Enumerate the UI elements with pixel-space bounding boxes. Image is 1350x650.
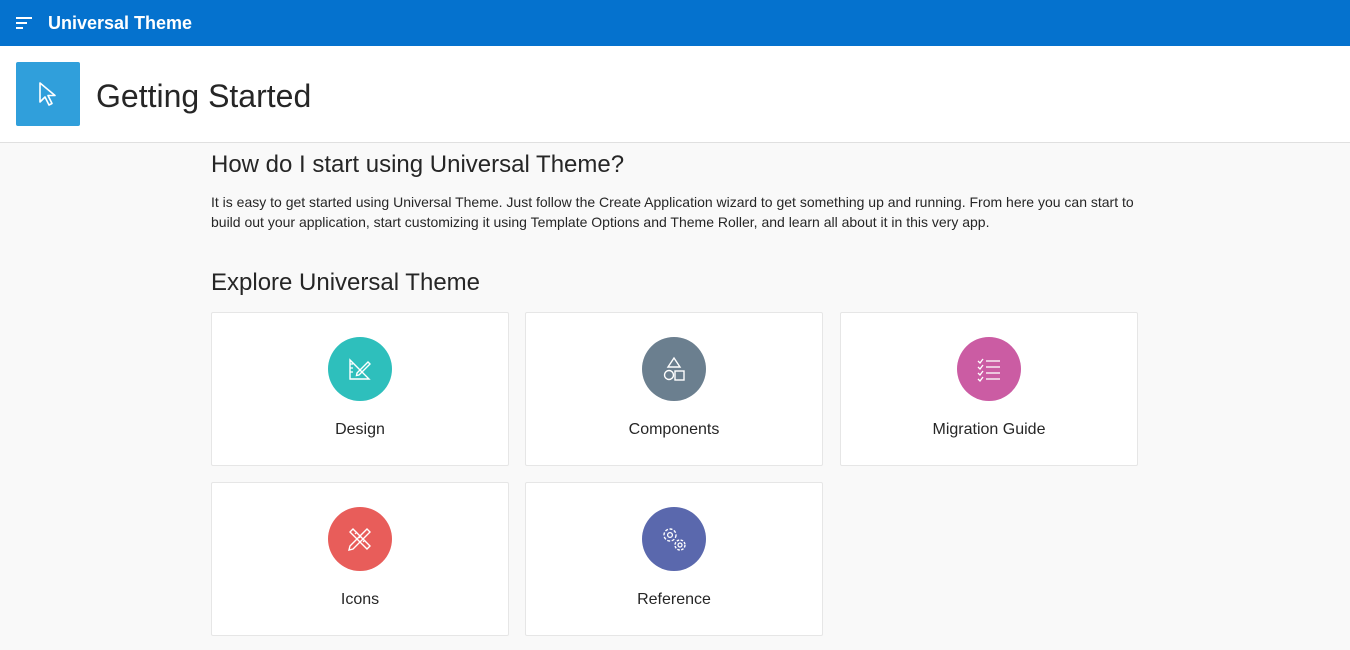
intro-text: It is easy to get started using Universa… xyxy=(211,194,1134,230)
hero-icon-box xyxy=(16,62,80,126)
card-icon-circle xyxy=(642,507,706,571)
card-label: Reference xyxy=(637,591,711,608)
card-label: Icons xyxy=(340,591,380,608)
card-label: Design xyxy=(335,421,385,438)
card-design[interactable]: Design xyxy=(211,312,509,466)
intro-heading: How do I start using Universal Theme? xyxy=(211,151,625,178)
hamburger-menu-button[interactable] xyxy=(0,0,48,46)
page-title: Getting Started xyxy=(96,78,312,114)
card-label: Migration Guide xyxy=(932,421,1046,438)
shapes-icon xyxy=(663,356,685,381)
card-components[interactable]: Components xyxy=(525,312,823,466)
card-icon-circle xyxy=(328,337,392,401)
gears-icon xyxy=(663,528,686,551)
card-reference[interactable]: Reference xyxy=(525,482,823,636)
hamburger-icon xyxy=(16,17,32,29)
hero-region: Getting Started xyxy=(0,46,1350,143)
card-label: Components xyxy=(628,421,720,438)
checklist-icon xyxy=(977,358,1000,382)
pencil-ruler-cross-icon xyxy=(348,528,371,551)
card-migration-guide[interactable]: Migration Guide xyxy=(840,312,1138,466)
card-icon-circle xyxy=(328,507,392,571)
ruler-pencil-icon xyxy=(349,358,371,380)
pointer-icon xyxy=(39,82,56,106)
card-icon-circle xyxy=(957,337,1021,401)
app-title[interactable]: Universal Theme xyxy=(48,13,192,34)
card-icons[interactable]: Icons xyxy=(211,482,509,636)
explore-heading: Explore Universal Theme xyxy=(211,269,481,296)
top-navigation-bar: Universal Theme xyxy=(0,0,1350,46)
card-icon-circle xyxy=(642,337,706,401)
